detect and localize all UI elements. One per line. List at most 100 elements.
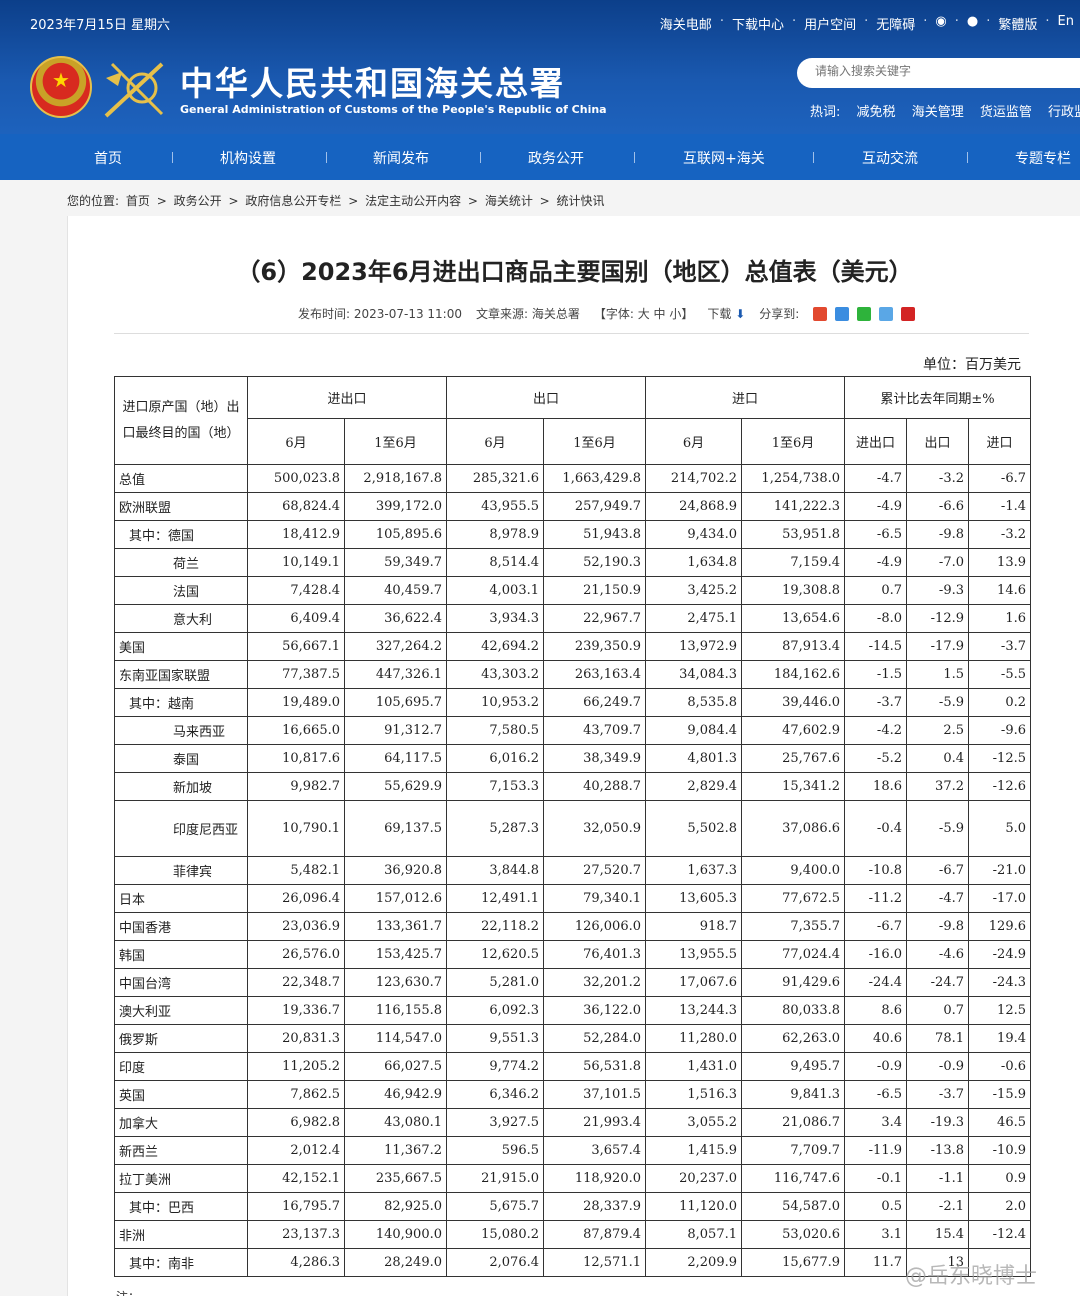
- share-wechat-icon[interactable]: [857, 306, 872, 321]
- link-traditional[interactable]: 繁體版: [992, 14, 1043, 33]
- nav-organization[interactable]: 机构设置: [220, 148, 276, 168]
- country-cell: 日本: [114, 884, 248, 913]
- link-email[interactable]: 海关电邮: [654, 14, 718, 33]
- share-weibo-icon[interactable]: [813, 306, 828, 321]
- value-cell: 21,915.0: [446, 1164, 544, 1193]
- value-cell: 34,084.3: [645, 660, 742, 689]
- value-cell: -9.6: [968, 716, 1031, 745]
- nav-interaction[interactable]: 互动交流: [862, 148, 918, 168]
- country-cell: 澳大利亚: [114, 996, 248, 1025]
- value-cell: 22,348.7: [247, 968, 345, 997]
- header-sub: 进口: [968, 417, 1031, 466]
- breadcrumb-legal[interactable]: 法定主动公开内容: [365, 194, 461, 208]
- country-cell: 中国香港: [114, 912, 248, 941]
- value-cell: -16.0: [844, 940, 907, 969]
- value-cell: 15.4: [906, 1220, 969, 1249]
- breadcrumb-gov[interactable]: 政务公开: [174, 194, 222, 208]
- unit-label: 单位：百万美元: [923, 357, 1021, 373]
- value-cell: 263,163.4: [543, 660, 646, 689]
- value-cell: -6.7: [968, 464, 1031, 493]
- value-cell: 3.4: [844, 1108, 907, 1137]
- nav-internet-customs[interactable]: 互联网+海关: [683, 148, 765, 168]
- site-header: 2023年7月15日 星期六 海关电邮 · 下载中心 · 用户空间 · 无障碍 · ◉ ·…: [0, 0, 1080, 134]
- main-nav: 首页 机构设置 新闻发布 政务公开 互联网+海关 互动交流 专题专栏: [0, 134, 1080, 180]
- hot-word[interactable]: 货运监管: [980, 105, 1032, 120]
- value-cell: 8,514.4: [446, 548, 544, 577]
- value-cell: -21.0: [968, 856, 1031, 885]
- national-emblem-icon: ★: [30, 56, 92, 118]
- header-sub: 进出口: [844, 417, 907, 466]
- table-row: 美国 56,667.1 327,264.2 42,694.2 239,350.9 13,9…: [114, 632, 1031, 661]
- header-group: 进口: [645, 376, 845, 419]
- value-cell: 10,149.1: [247, 548, 345, 577]
- value-cell: 53,020.6: [741, 1220, 845, 1249]
- breadcrumb-flash[interactable]: 统计快讯: [557, 194, 605, 208]
- value-cell: 918.7: [645, 912, 742, 941]
- publish-time: 发布时间: 2023-07-13 11:00: [298, 307, 462, 321]
- breadcrumb-sep: >: [228, 194, 239, 208]
- wechat-icon[interactable]: ●: [961, 14, 984, 33]
- table-row: 新西兰 2,012.4 11,367.2 596.5 3,657.4 1,415.9 7,7…: [114, 1136, 1031, 1165]
- breadcrumb-stats[interactable]: 海关统计: [485, 194, 533, 208]
- link-english[interactable]: En: [1052, 14, 1080, 33]
- value-cell: 140,900.0: [344, 1220, 447, 1249]
- font-size-control[interactable]: 【字体: 大 中 小】: [594, 305, 694, 322]
- header-sub: 出口: [906, 417, 969, 466]
- breadcrumb-sep: >: [539, 194, 550, 208]
- download-button[interactable]: 下载 ⬇: [707, 305, 745, 322]
- header-sub: 1至6月: [344, 417, 447, 466]
- value-cell: 13,605.3: [645, 884, 742, 913]
- header-group: 进出口: [247, 376, 447, 419]
- share-pdf-icon[interactable]: [901, 306, 916, 321]
- value-cell: 123,630.7: [344, 968, 447, 997]
- value-cell: -6.6: [906, 492, 969, 521]
- link-user-space[interactable]: 用户空间: [798, 14, 862, 33]
- nav-special-topics[interactable]: 专题专栏: [1015, 148, 1071, 168]
- value-cell: 2,918,167.8: [344, 464, 447, 493]
- breadcrumb-info[interactable]: 政府信息公开专栏: [245, 194, 341, 208]
- breadcrumb-home[interactable]: 首页: [126, 194, 150, 208]
- value-cell: -6.7: [906, 856, 969, 885]
- share-qzone-icon[interactable]: [835, 306, 850, 321]
- value-cell: 596.5: [446, 1136, 544, 1165]
- link-download-center[interactable]: 下载中心: [726, 14, 790, 33]
- value-cell: 12.5: [968, 996, 1031, 1025]
- search-input[interactable]: [815, 64, 1075, 78]
- value-cell: 91,312.7: [344, 716, 447, 745]
- value-cell: 184,162.6: [741, 660, 845, 689]
- value-cell: 28,337.9: [543, 1192, 646, 1221]
- value-cell: 80,033.8: [741, 996, 845, 1025]
- value-cell: 0.5: [844, 1192, 907, 1221]
- value-cell: 327,264.2: [344, 632, 447, 661]
- value-cell: 3,055.2: [645, 1108, 742, 1137]
- download-icon: ⬇: [735, 307, 746, 321]
- nav-news[interactable]: 新闻发布: [373, 148, 429, 168]
- site-title-en: General Administration of Customs of the…: [180, 103, 607, 116]
- share-app-icon[interactable]: [879, 306, 894, 321]
- link-accessibility[interactable]: 无障碍: [870, 14, 921, 33]
- value-cell: -0.4: [844, 800, 907, 857]
- value-cell: 23,036.9: [247, 912, 345, 941]
- value-cell: 3,425.2: [645, 576, 742, 605]
- table-row: 中国香港 23,036.9 133,361.7 22,118.2 126,006.0 91…: [114, 912, 1031, 941]
- hot-word[interactable]: 行政监管: [1048, 105, 1080, 120]
- value-cell: 4,286.3: [247, 1248, 345, 1277]
- value-cell: 9,841.3: [741, 1080, 845, 1109]
- hot-word[interactable]: 减免税: [857, 105, 896, 120]
- nav-home[interactable]: 首页: [94, 148, 122, 168]
- value-cell: 87,913.4: [741, 632, 845, 661]
- value-cell: 9,982.7: [247, 772, 345, 801]
- hot-word[interactable]: 海关管理: [912, 105, 964, 120]
- value-cell: 2.5: [906, 716, 969, 745]
- value-cell: 9,551.3: [446, 1024, 544, 1053]
- value-cell: 1,516.3: [645, 1080, 742, 1109]
- country-cell: 新西兰: [114, 1136, 248, 1165]
- weibo-icon[interactable]: ◉: [929, 14, 952, 33]
- country-cell: 其中：巴西: [114, 1192, 248, 1221]
- value-cell: -0.9: [844, 1052, 907, 1081]
- country-cell: 意大利: [114, 604, 248, 633]
- value-cell: 2.0: [968, 1192, 1031, 1221]
- value-cell: 3.1: [844, 1220, 907, 1249]
- nav-government-affairs[interactable]: 政务公开: [528, 148, 584, 168]
- value-cell: 133,361.7: [344, 912, 447, 941]
